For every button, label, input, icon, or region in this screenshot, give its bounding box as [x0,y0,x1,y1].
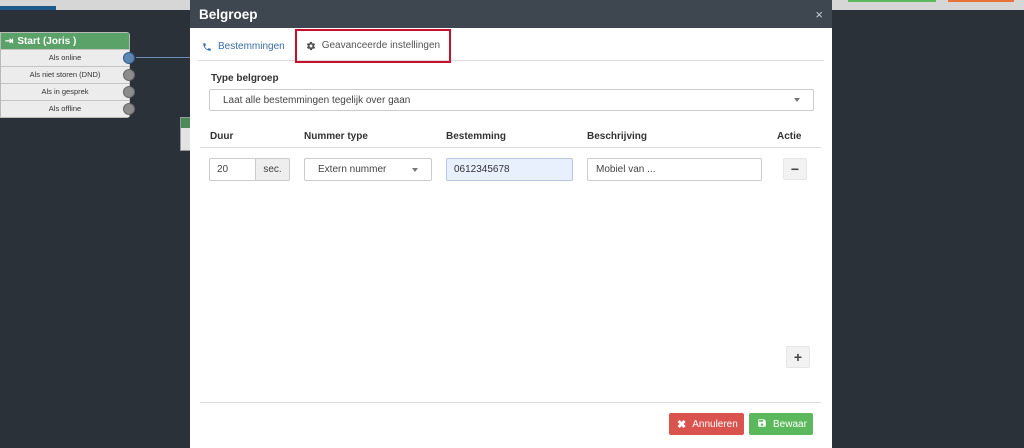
caret-down-icon [412,167,418,172]
flow-node-title: Start (Joris ) [17,35,77,47]
save-button[interactable]: Bewaar [749,413,813,435]
connection-port-icon [123,52,135,64]
flow-node-row-label: Als online [48,53,82,62]
belgroep-modal: Belgroep × Bestemmingen Geavanceerde ins… [190,0,832,448]
connection-port-icon [123,86,135,98]
select-value: Laat alle bestemmingen tegelijk over gaa… [223,94,411,106]
cancel-button[interactable]: ✖ Annuleren [669,413,744,435]
footer-divider [200,402,821,403]
duur-input[interactable]: 20 [209,158,256,181]
table-header-divider [200,147,821,148]
add-row-button[interactable]: + [786,346,810,368]
column-header-beschrijving: Beschrijving [587,131,648,142]
gear-icon [306,41,316,51]
select-value: Extern nummer [318,164,387,175]
remove-row-button[interactable]: − [783,158,807,180]
bestemming-input[interactable]: 0612345678 [446,158,573,181]
duur-unit-addon: sec. [256,158,290,181]
close-icon[interactable]: × [815,7,823,22]
modal-title: Belgroep [199,6,258,22]
times-icon: ✖ [677,418,687,431]
modal-header: Belgroep × [190,0,832,28]
flow-node-start: ⇥ Start (Joris ) Als online Als niet sto… [0,32,135,118]
type-belgroep-label: Type belgroep [211,73,279,84]
caret-down-icon [794,98,800,102]
background-green-button [848,0,936,2]
tab-label: Geavanceerde instellingen [321,40,441,51]
tab-label: Bestemmingen [218,41,285,52]
column-header-nummer-type: Nummer type [304,131,368,142]
flow-node-row: Als offline [1,100,135,117]
modal-tabs: Bestemmingen Geavanceerde instellingen [198,28,824,63]
flow-connector [136,57,196,65]
button-label: Annuleren [692,418,738,430]
column-header-duur: Duur [210,131,234,142]
flow-node-row: Als online [1,49,135,66]
button-label: Bewaar [773,418,807,430]
flow-node-row: Als niet storen (DND) [1,66,135,83]
background-tab [0,6,56,10]
connection-port-icon [123,69,135,81]
flow-node-row: Als in gesprek [1,83,135,100]
column-header-actie: Actie [777,131,802,142]
flow-node-row-label: Als in gesprek [41,87,89,96]
beschrijving-input[interactable]: Mobiel van ... [587,158,762,181]
enter-icon: ⇥ [5,35,14,47]
background-orange-button [948,0,1014,2]
type-belgroep-select[interactable]: Laat alle bestemmingen tegelijk over gaa… [209,89,814,111]
nummer-type-select[interactable]: Extern nummer [304,158,432,181]
tab-bestemmingen[interactable]: Bestemmingen [198,33,289,61]
column-header-bestemming: Bestemming [446,131,507,142]
connection-port-icon [123,103,135,115]
flow-node-row-label: Als niet storen (DND) [29,70,101,79]
phone-icon [202,42,212,52]
floppy-disk-icon [757,418,767,431]
tab-geavanceerde-instellingen[interactable]: Geavanceerde instellingen [294,28,452,63]
flow-node-header: ⇥ Start (Joris ) [1,33,129,49]
flow-node-row-label: Als offline [48,104,82,113]
